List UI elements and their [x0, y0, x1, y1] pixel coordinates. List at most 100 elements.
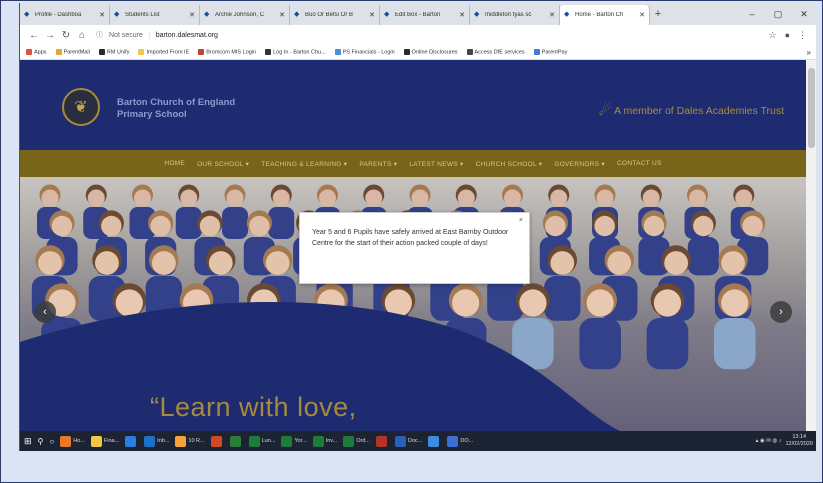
taskbar-app[interactable]: [229, 433, 243, 449]
tray-icons[interactable]: ▴ ◉ ✉ ◍ ♪: [756, 438, 782, 444]
address-bar[interactable]: ⓘ Not secure | barton.dalesmat.org: [96, 28, 768, 43]
toolbar-actions: ☆ ● ⋮: [768, 30, 807, 41]
nav-item[interactable]: LATEST NEWS ▾: [409, 160, 463, 168]
forward-arrow-icon[interactable]: →: [42, 30, 58, 41]
bookmark-item[interactable]: Log In - Barton Chu...: [265, 48, 326, 56]
browser-tab[interactable]: ◆ Buo Or Betsi Or B ✕: [290, 5, 380, 25]
browser-tab[interactable]: ◆ Archie Johnson, C ✕: [200, 5, 290, 25]
bookmark-item[interactable]: PS Financials - Login: [334, 48, 395, 55]
app-icon: [210, 435, 222, 447]
tab-close-icon[interactable]: ✕: [639, 11, 645, 19]
taskbar-app[interactable]: Fina...: [90, 433, 119, 449]
browser-tab[interactable]: ◆ Profile - Dashboa ✕: [20, 5, 110, 25]
bookmark-item[interactable]: ParentPay: [533, 48, 567, 55]
taskbar-app-label: Yor...: [294, 438, 307, 444]
tab-close-icon[interactable]: ✕: [189, 11, 195, 19]
star-bookmark-icon[interactable]: ☆: [768, 30, 776, 41]
cortana-icon[interactable]: ○: [49, 433, 54, 449]
taskbar-app[interactable]: [210, 433, 224, 449]
taskbar-app-label: Lun...: [261, 438, 276, 444]
nav-item[interactable]: HOME: [164, 160, 185, 167]
bookmark-label: Log In - Barton Chu...: [273, 49, 326, 56]
taskbar-app[interactable]: [428, 433, 441, 449]
taskbar-app[interactable]: Ord...: [343, 433, 370, 449]
reload-icon[interactable]: ↻: [58, 30, 74, 41]
minimize-button[interactable]: –: [739, 9, 765, 19]
tab-favicon-icon: ◆: [24, 11, 30, 18]
school-name[interactable]: Barton Church of England Primary School: [117, 97, 235, 121]
windows-start-icon[interactable]: ⊞: [24, 433, 32, 449]
maximize-button[interactable]: ▢: [765, 9, 791, 20]
system-tray: ▴ ◉ ✉ ◍ ♪ 13:14 12/02/2020: [756, 434, 813, 448]
bookmark-item[interactable]: Access DfE services: [466, 48, 525, 55]
bookmark-label: Imported From IE: [146, 49, 190, 56]
trust-logo[interactable]: ☄ A member of Dales Academies Trust: [599, 102, 784, 119]
bookmarks-bar: Apps ParentMail RM Unify Imported From IE Br…: [20, 45, 816, 60]
bookmark-item[interactable]: Imported From IE: [138, 48, 190, 56]
taskbar-app[interactable]: Ho...: [60, 433, 85, 449]
taskbar-app[interactable]: Lun...: [248, 433, 276, 449]
page-scrollbar[interactable]: [806, 60, 816, 431]
browser-tab[interactable]: ◆ Edit Box - Barton ✕: [380, 5, 470, 25]
tab-close-icon[interactable]: ✕: [99, 11, 105, 19]
taskbar-app[interactable]: Doc...: [395, 433, 422, 449]
taskbar-app[interactable]: Inb...: [144, 433, 169, 449]
tab-close-icon[interactable]: ✕: [279, 11, 285, 19]
taskbar-app[interactable]: 10 R...: [175, 433, 205, 449]
nav-item[interactable]: CONTACT US: [617, 160, 662, 167]
new-tab-button[interactable]: +: [650, 5, 666, 25]
bookmark-item[interactable]: Online Disclosures: [403, 48, 458, 55]
slider-prev-button[interactable]: ‹: [34, 301, 56, 323]
tab-close-icon[interactable]: ✕: [369, 11, 375, 19]
taskbar-app[interactable]: DO...: [447, 433, 473, 449]
tab-label: Archie Johnson, C: [215, 12, 265, 18]
bookmark-icon: [55, 48, 62, 55]
clock-date: 12/02/2020: [785, 441, 813, 447]
back-arrow-icon[interactable]: ←: [26, 30, 42, 41]
omnibox-divider: |: [148, 31, 151, 39]
taskbar-app-label: Ho...: [73, 438, 85, 444]
bookmarks-overflow-button[interactable]: »: [807, 48, 811, 57]
bookmark-icon: [138, 48, 145, 55]
home-icon[interactable]: ⌂: [74, 30, 90, 41]
tab-close-icon[interactable]: ✕: [459, 11, 465, 19]
url-text[interactable]: barton.dalesmat.org: [156, 32, 218, 39]
bookmark-item[interactable]: Apps: [26, 48, 47, 55]
tab-favicon-icon: ◆: [114, 11, 120, 18]
bookmark-label: RM Unify: [106, 49, 130, 56]
browser-tab[interactable]: ◆ Students List ✕: [110, 5, 200, 25]
taskbar-app[interactable]: [125, 433, 138, 449]
browser-tab[interactable]: ◆ Home - Barton Ch ✕: [560, 5, 650, 25]
taskbar-app[interactable]: Inv...: [312, 433, 337, 449]
menu-kebab-icon[interactable]: ⋮: [798, 30, 807, 41]
nav-item[interactable]: OUR SCHOOL ▾: [197, 160, 249, 168]
nav-item[interactable]: TEACHING & LEARNING ▾: [261, 160, 347, 168]
nav-item[interactable]: PARENTS ▾: [359, 160, 397, 168]
taskbar-app[interactable]: Yor...: [281, 433, 307, 449]
app-icon: [281, 435, 293, 447]
slider-next-button[interactable]: ›: [770, 301, 792, 323]
taskbar-app[interactable]: [376, 433, 389, 449]
popup-close-button[interactable]: ×: [519, 217, 523, 224]
bookmark-icon: [98, 48, 105, 55]
clock[interactable]: 13:14 12/02/2020: [785, 434, 813, 448]
tab-close-icon[interactable]: ✕: [549, 11, 555, 19]
taskbar-app-label: Doc...: [408, 438, 423, 444]
taskbar-apps: Ho... Fina... Inb... 10 R... Lun... Yor... Inv…: [60, 433, 473, 449]
close-window-button[interactable]: ✕: [791, 9, 816, 20]
bookmark-item[interactable]: RM Unify: [98, 48, 130, 56]
scrollbar-thumb[interactable]: [808, 68, 815, 148]
security-label: Not secure: [109, 31, 143, 39]
bookmark-icon: [403, 48, 410, 55]
browser-tab[interactable]: ◆ middleton tyas sc ✕: [470, 5, 560, 25]
nav-item[interactable]: GOVERNORS ▾: [554, 160, 605, 168]
bookmark-item[interactable]: Bromcom MIS Login: [198, 48, 256, 55]
app-icon: [343, 435, 355, 447]
info-icon[interactable]: ⓘ: [96, 30, 103, 40]
nav-item[interactable]: CHURCH SCHOOL ▾: [476, 160, 543, 168]
search-icon[interactable]: ⚲: [38, 433, 44, 449]
school-logo[interactable]: ❦: [62, 88, 100, 126]
app-icon: [395, 435, 406, 447]
profile-avatar-icon[interactable]: ●: [785, 30, 790, 41]
bookmark-item[interactable]: ParentMail: [55, 48, 90, 55]
